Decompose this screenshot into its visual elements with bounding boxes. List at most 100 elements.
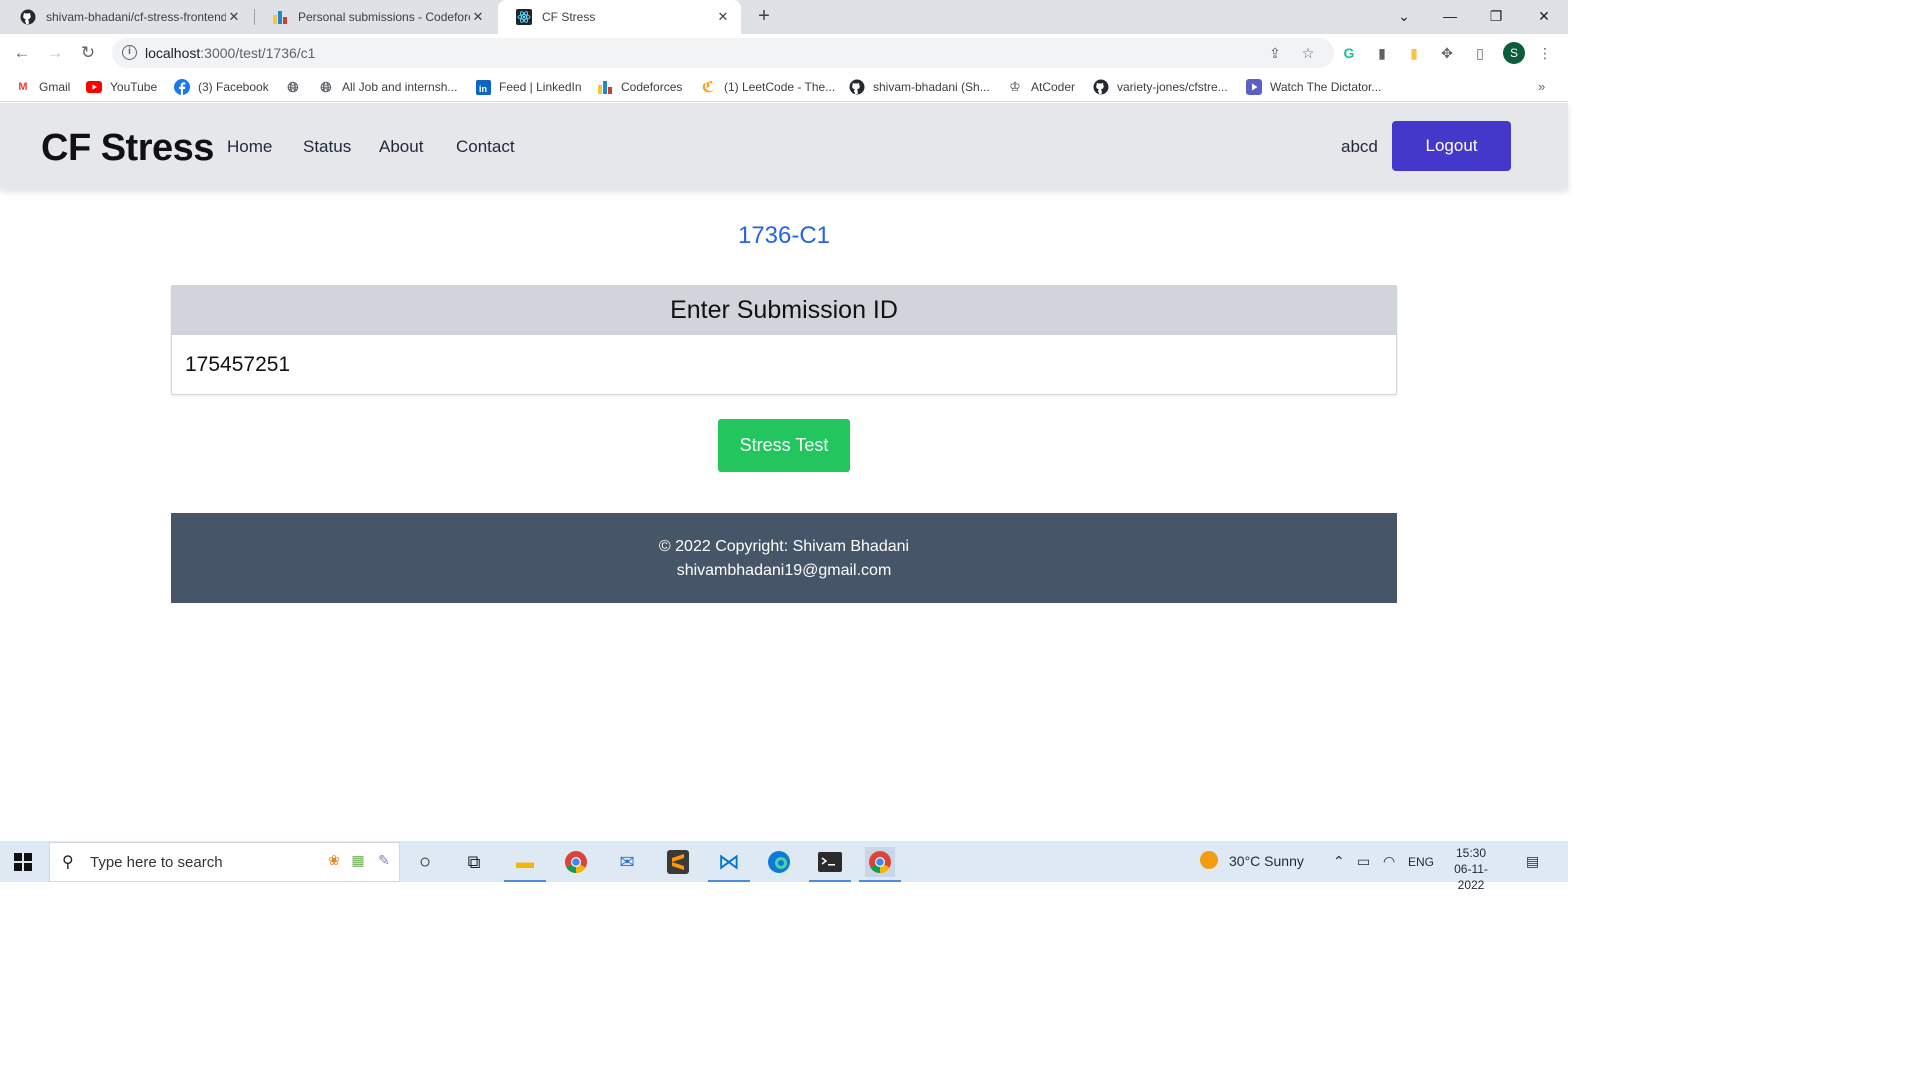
browser-tab-strip: shivam-bhadani/cf-stress-frontend ✕ Pers… <box>0 0 1568 34</box>
chrome-icon[interactable] <box>561 847 591 877</box>
terminal-icon[interactable] <box>809 847 851 882</box>
bookmark-facebook[interactable]: (3) Facebook <box>174 78 269 96</box>
tab-search-chevron-icon[interactable]: ⌄ <box>1381 0 1427 34</box>
bookmark-label: (3) Facebook <box>198 80 269 94</box>
codeforces-extension-icon[interactable]: ▮ <box>1373 44 1391 62</box>
site-info-icon[interactable]: i <box>122 45 137 60</box>
footer-email: shivambhadani19@gmail.com <box>676 562 892 579</box>
vscode-icon[interactable]: ⋈ <box>708 847 750 882</box>
back-icon[interactable]: ← <box>10 41 34 65</box>
leetcode-extension-icon[interactable]: ▮ <box>1405 44 1423 62</box>
card-title: Enter Submission ID <box>172 286 1396 335</box>
sublime-text-icon[interactable] <box>663 847 693 877</box>
bookmarks-bar: M Gmail YouTube (3) Facebook 🌐︎ 🌐︎ All J… <box>0 72 1568 102</box>
close-tab-icon[interactable]: ✕ <box>715 9 731 25</box>
problem-id-heading: 1736-C1 <box>737 222 831 249</box>
bookmark-youtube[interactable]: YouTube <box>86 78 157 96</box>
chrome-active-icon[interactable] <box>859 847 901 882</box>
taskbar-clock[interactable]: 15:30 06-11-2022 <box>1441 845 1501 893</box>
submission-card: Enter Submission ID <box>171 285 1397 395</box>
profile-avatar[interactable]: S <box>1503 42 1525 64</box>
browser-toolbar: ← → ↻ i localhost:3000/test/1736/c1 ⇪ ☆ … <box>0 34 1568 72</box>
wifi-icon[interactable]: ◠ <box>1383 853 1395 870</box>
submission-id-input[interactable] <box>172 335 1396 395</box>
tab-title: Personal submissions - Codeforces <box>298 10 470 24</box>
address-bar[interactable]: i localhost:3000/test/1736/c1 ⇪ ☆ <box>112 38 1334 68</box>
more-bookmarks-icon[interactable]: » <box>1538 79 1545 94</box>
close-window-icon[interactable]: ✕ <box>1521 0 1567 34</box>
mail-icon[interactable]: ✉ <box>612 847 642 877</box>
url-text[interactable]: localhost:3000/test/1736/c1 <box>145 45 315 61</box>
bookmark-codeforces[interactable]: Codeforces <box>597 78 682 96</box>
logout-button[interactable]: Logout <box>1392 121 1511 171</box>
extensions-puzzle-icon[interactable]: ✥ <box>1438 44 1456 62</box>
weather-text[interactable]: 30°C Sunny <box>1229 853 1304 869</box>
bookmark-label: Codeforces <box>621 80 683 94</box>
side-panel-icon[interactable]: ▯ <box>1471 44 1489 62</box>
bookmark-atcoder[interactable]: ♔ AtCoder <box>1007 78 1075 96</box>
task-view-icon[interactable]: ⧉ <box>459 847 489 877</box>
tab-title: shivam-bhadani/cf-stress-frontend <box>46 10 226 24</box>
reload-icon[interactable]: ↻ <box>76 41 100 65</box>
weather-sun-icon[interactable] <box>1199 850 1219 873</box>
search-highlight-icon: ❀ <box>328 852 340 868</box>
language-indicator[interactable]: ENG <box>1408 855 1434 869</box>
file-explorer-icon[interactable]: ▬ <box>504 847 546 882</box>
bookmark-label: YouTube <box>110 80 158 94</box>
leetcode-icon: ℭ <box>701 79 715 96</box>
close-tab-icon[interactable]: ✕ <box>470 9 486 25</box>
bookmark-linkedin[interactable]: in Feed | LinkedIn <box>475 78 582 96</box>
nav-link-about[interactable]: About <box>379 137 423 157</box>
bookmark-video[interactable]: Watch The Dictator... <box>1246 78 1381 96</box>
url-path: :3000/test/1736/c1 <box>200 45 316 61</box>
menu-kebab-icon[interactable]: ⋮ <box>1536 44 1554 62</box>
video-play-icon <box>1246 79 1262 95</box>
svg-text:in: in <box>478 84 487 94</box>
bookmark-jobs[interactable]: 🌐︎ All Job and internsh... <box>318 78 457 96</box>
active-indicator <box>504 880 546 882</box>
new-tab-icon[interactable]: + <box>752 5 776 29</box>
footer-copyright: © 2022 Copyright: Shivam Bhadani <box>658 538 910 555</box>
active-indicator <box>708 880 750 882</box>
forward-icon[interactable]: → <box>43 41 67 65</box>
nav-link-status[interactable]: Status <box>303 137 351 157</box>
globe-icon: 🌐︎ <box>320 78 332 95</box>
github-icon <box>1093 79 1109 95</box>
close-tab-icon[interactable]: ✕ <box>226 9 242 25</box>
nav-link-home[interactable]: Home <box>227 137 272 157</box>
clock-time: 15:30 <box>1455 846 1487 860</box>
bookmark-label: shivam-bhadani (Sh... <box>873 80 990 94</box>
taskbar-search-box[interactable]: ⚲ Type here to search ❀ ▦ ✎ <box>49 842 400 882</box>
youtube-icon <box>86 79 102 95</box>
browser-tab-github[interactable]: shivam-bhadani/cf-stress-frontend ✕ <box>2 0 252 34</box>
stress-test-button[interactable]: Stress Test <box>718 419 850 472</box>
gmail-icon: M <box>18 81 28 93</box>
bookmark-label: Gmail <box>39 80 71 94</box>
browser-tab-cf-stress[interactable]: CF Stress ✕ <box>498 0 741 34</box>
brand-logo[interactable]: CF Stress <box>41 127 214 170</box>
share-icon[interactable]: ⇪ <box>1266 44 1284 62</box>
bookmark-globe[interactable]: 🌐︎ <box>285 78 309 96</box>
minimize-icon[interactable]: — <box>1427 0 1473 34</box>
restore-icon[interactable]: ❐ <box>1473 0 1519 34</box>
windows-start-icon[interactable] <box>14 853 32 871</box>
tray-chevron-up-icon[interactable]: ⌃ <box>1333 853 1345 870</box>
bookmark-cfstress-repo[interactable]: variety-jones/cfstre... <box>1093 78 1228 96</box>
grammarly-icon[interactable]: G <box>1340 44 1358 62</box>
cortana-icon[interactable]: ○ <box>410 847 440 877</box>
bookmark-github-profile[interactable]: shivam-bhadani (Sh... <box>849 78 990 96</box>
nav-link-contact[interactable]: Contact <box>456 137 515 157</box>
pen-highlight-icon: ✎ <box>378 852 390 868</box>
battery-icon[interactable]: ▭ <box>1357 853 1370 870</box>
github-icon <box>20 9 36 25</box>
bookmark-label: Watch The Dictator... <box>1270 80 1382 94</box>
edge-icon[interactable] <box>764 847 794 877</box>
notifications-icon[interactable]: ▤ <box>1526 853 1539 870</box>
bookmark-label: (1) LeetCode - The... <box>724 80 836 94</box>
bookmark-gmail[interactable]: M Gmail <box>15 78 70 96</box>
bookmark-leetcode[interactable]: ℭ (1) LeetCode - The... <box>700 78 835 96</box>
bookmark-star-icon[interactable]: ☆ <box>1299 44 1317 62</box>
windows-taskbar: ⚲ Type here to search ❀ ▦ ✎ ○ ⧉ ▬ ✉ ⋈ 30… <box>0 841 1568 892</box>
page-footer: © 2022 Copyright: Shivam Bhadani shivamb… <box>171 513 1397 603</box>
browser-tab-codeforces[interactable]: Personal submissions - Codeforces ✕ <box>254 0 496 34</box>
